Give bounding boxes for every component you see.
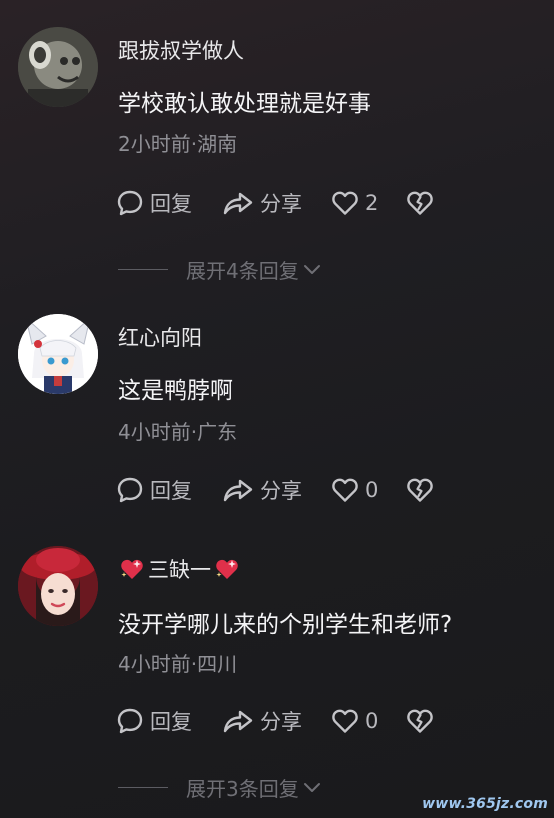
share-label: 分享 — [260, 710, 302, 734]
dislike-button[interactable] — [406, 703, 434, 739]
expand-replies-button[interactable]: 展开4条回复 — [118, 255, 321, 284]
chevron-down-icon — [303, 264, 320, 274]
watermark: www.365jz.com — [422, 796, 548, 812]
dislike-button[interactable] — [406, 185, 434, 221]
reply-button[interactable]: 回复 — [116, 472, 192, 508]
comment-item: 三缺一 没开学哪儿来的个别学生和老师? 4小时前·四川 回复 分享 0 展开3条… — [0, 540, 554, 818]
reply-label: 回复 — [150, 710, 192, 734]
share-arrow-icon — [223, 710, 253, 733]
heart-outline-icon — [332, 709, 358, 733]
like-count: 0 — [365, 709, 379, 733]
speech-bubble-icon — [117, 708, 143, 734]
comment-meta: 4小时前·四川 — [118, 652, 238, 676]
reply-label: 回复 — [150, 192, 192, 216]
broken-heart-icon — [407, 478, 433, 502]
comment-meta: 4小时前·广东 — [118, 420, 238, 444]
reply-label: 回复 — [150, 479, 192, 503]
comment-actions: 回复 分享 2 — [116, 185, 446, 221]
sparkling-heart-emoji-icon — [121, 559, 143, 579]
expand-replies-button[interactable]: 展开3条回复 — [118, 773, 321, 802]
dislike-button[interactable] — [406, 472, 434, 508]
share-button[interactable]: 分享 — [222, 185, 302, 221]
avatar[interactable] — [18, 27, 98, 107]
comment-actions: 回复 分享 0 — [116, 472, 446, 508]
comment-text: 学校敢认敢处理就是好事 — [118, 91, 371, 117]
chevron-down-icon — [303, 782, 320, 792]
username[interactable]: 红心向阳 — [118, 322, 202, 352]
expand-replies-label: 展开4条回复 — [186, 259, 299, 283]
like-count: 2 — [365, 191, 379, 215]
heart-outline-icon — [332, 478, 358, 502]
comment-text: 没开学哪儿来的个别学生和老师? — [118, 612, 453, 638]
broken-heart-icon — [407, 709, 433, 733]
like-button[interactable]: 0 — [331, 472, 378, 508]
share-button[interactable]: 分享 — [222, 703, 302, 739]
divider-line — [118, 269, 168, 270]
comment-item: 红心向阳 这是鸭脖啊 4小时前·广东 回复 分享 0 — [0, 290, 554, 540]
comment-item: 跟拔叔学做人 学校敢认敢处理就是好事 2小时前·湖南 回复 分享 2 展开4条回… — [0, 0, 554, 290]
username[interactable]: 三缺一 — [118, 554, 241, 584]
comment-text: 这是鸭脖啊 — [118, 378, 233, 404]
share-arrow-icon — [223, 479, 253, 502]
like-count: 0 — [365, 478, 379, 502]
share-label: 分享 — [260, 479, 302, 503]
speech-bubble-icon — [117, 477, 143, 503]
reply-button[interactable]: 回复 — [116, 185, 192, 221]
speech-bubble-icon — [117, 190, 143, 216]
username[interactable]: 跟拔叔学做人 — [118, 35, 244, 65]
comment-meta: 2小时前·湖南 — [118, 132, 238, 156]
heart-outline-icon — [332, 191, 358, 215]
expand-replies-label: 展开3条回复 — [186, 777, 299, 801]
avatar[interactable] — [18, 314, 98, 394]
comment-actions: 回复 分享 0 — [116, 703, 446, 739]
broken-heart-icon — [407, 191, 433, 215]
avatar[interactable] — [18, 546, 98, 626]
like-button[interactable]: 0 — [331, 703, 378, 739]
share-arrow-icon — [223, 192, 253, 215]
reply-button[interactable]: 回复 — [116, 703, 192, 739]
share-button[interactable]: 分享 — [222, 472, 302, 508]
sparkling-heart-emoji-icon — [216, 559, 238, 579]
share-label: 分享 — [260, 192, 302, 216]
like-button[interactable]: 2 — [331, 185, 378, 221]
divider-line — [118, 787, 168, 788]
